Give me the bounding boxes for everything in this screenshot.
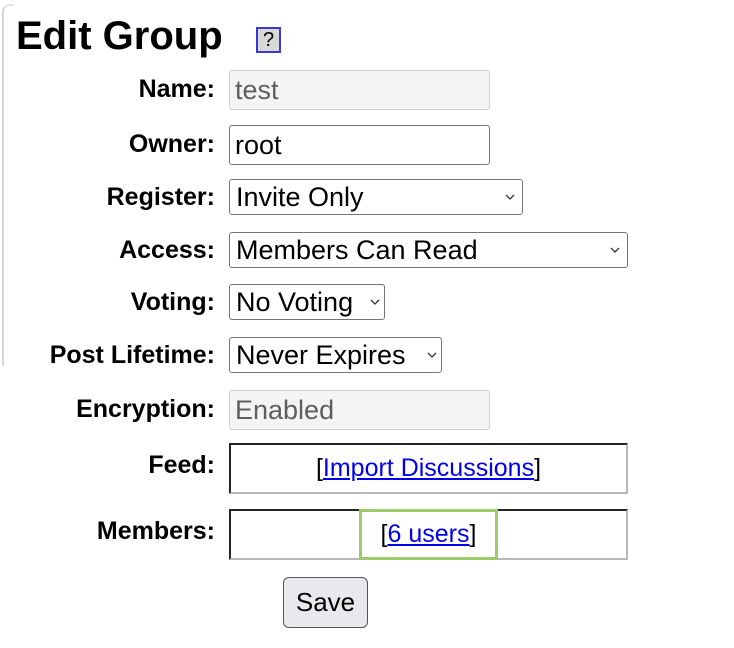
members-cell: [6 users] (229, 509, 628, 560)
owner-label: Owner: (128, 130, 215, 158)
feed-bracket-close: ] (534, 454, 542, 482)
name-field[interactable]: test (229, 70, 490, 110)
members-bracket-close: ] (469, 520, 477, 548)
members-bracket-open: [ (380, 520, 388, 548)
register-selected-value: Invite Only (236, 182, 364, 212)
voting-select[interactable]: No Voting (229, 284, 385, 320)
members-label: Members: (96, 517, 215, 545)
encryption-field[interactable]: Enabled (229, 390, 490, 430)
chevron-down-icon (505, 194, 515, 200)
save-button[interactable]: Save (283, 577, 368, 628)
owner-field[interactable]: root (229, 125, 490, 165)
access-selected-value: Members Can Read (236, 235, 478, 265)
register-label: Register: (106, 183, 215, 211)
feed-label: Feed: (148, 451, 215, 479)
import-discussions-link[interactable]: Import Discussions (323, 454, 534, 482)
access-select[interactable]: Members Can Read (229, 232, 628, 268)
name-label: Name: (138, 75, 215, 103)
chevron-down-icon (370, 299, 380, 305)
chevron-down-icon (610, 247, 620, 253)
help-icon-button[interactable]: ? (256, 27, 281, 53)
voting-selected-value: No Voting (236, 287, 354, 317)
members-users-link[interactable]: 6 users (388, 520, 470, 548)
voting-label: Voting: (130, 288, 215, 316)
page-title: Edit Group (16, 14, 223, 58)
encryption-label: Encryption: (76, 395, 215, 423)
feed-cell: [Import Discussions] (229, 443, 628, 494)
post-lifetime-label: Post Lifetime: (49, 341, 215, 369)
access-label: Access: (119, 236, 215, 264)
chevron-down-icon (427, 352, 437, 358)
post-lifetime-select[interactable]: Never Expires (229, 337, 442, 373)
post-lifetime-selected-value: Never Expires (236, 340, 406, 370)
panel-border (2, 4, 14, 366)
feed-bracket-open: [ (315, 454, 323, 482)
register-select[interactable]: Invite Only (229, 179, 523, 215)
